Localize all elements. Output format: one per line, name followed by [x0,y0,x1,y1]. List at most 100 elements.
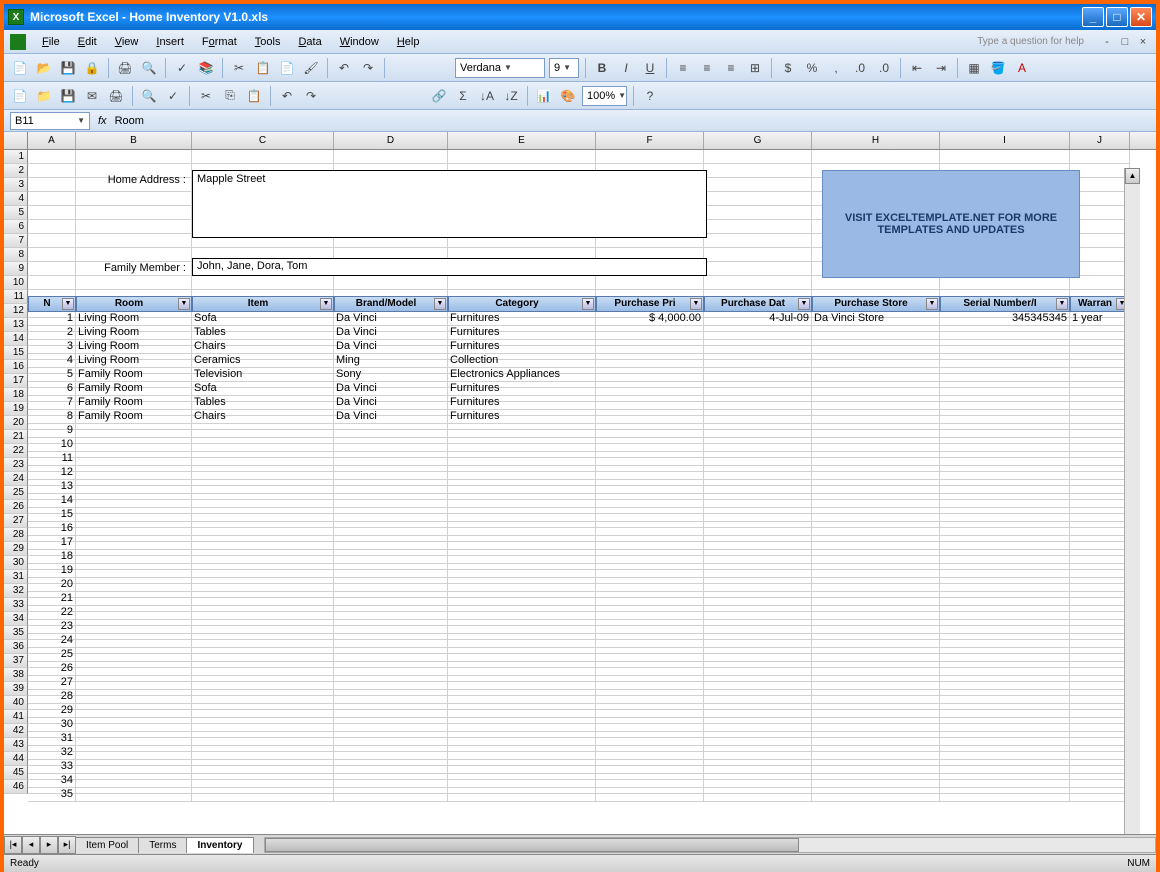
spellcheck-icon[interactable]: ✓ [172,58,192,78]
row-header[interactable]: 36 [4,640,28,654]
filter-dropdown-icon[interactable]: ▼ [582,298,594,310]
filter-dropdown-icon[interactable]: ▼ [926,298,938,310]
table-header-brand-model[interactable]: Brand/Model▼ [334,296,448,312]
name-box[interactable]: B11 ▼ [10,112,90,130]
row-header[interactable]: 38 [4,668,28,682]
cell[interactable] [812,620,940,634]
cell[interactable] [812,788,940,802]
cell[interactable] [812,760,940,774]
cell[interactable] [704,234,812,248]
cell[interactable] [192,452,334,466]
row-header[interactable]: 26 [4,500,28,514]
cell[interactable] [940,508,1070,522]
close-button[interactable]: ✕ [1130,7,1152,27]
cell-serial[interactable] [940,396,1070,410]
row-header[interactable]: 11 [4,290,28,304]
family-member-input[interactable]: John, Jane, Dora, Tom [192,258,707,276]
cell[interactable] [1070,564,1130,578]
cell[interactable] [704,178,812,192]
cell[interactable] [334,536,448,550]
cell[interactable] [596,452,704,466]
cell[interactable] [812,578,940,592]
cell[interactable] [940,746,1070,760]
cell[interactable] [28,220,76,234]
sort-desc-icon[interactable]: ↓Z [501,86,521,106]
cell[interactable] [76,248,192,262]
cell-store[interactable] [812,354,940,368]
col-header-G[interactable]: G [704,132,812,149]
cut-icon[interactable]: ✂ [229,58,249,78]
cell-cat[interactable]: Electronics Appliances [448,368,596,382]
cell[interactable] [940,620,1070,634]
cell[interactable] [596,634,704,648]
row-header[interactable]: 14 [4,332,28,346]
row-header[interactable]: 43 [4,738,28,752]
cell[interactable] [76,746,192,760]
wb-restore[interactable]: □ [1118,36,1132,48]
cell-warr[interactable]: 1 year [1070,312,1130,326]
cell[interactable] [812,550,940,564]
cell-store[interactable] [812,368,940,382]
cell[interactable] [192,774,334,788]
cell[interactable] [1070,662,1130,676]
cell[interactable] [448,760,596,774]
cell[interactable] [596,536,704,550]
cell[interactable] [448,718,596,732]
cell[interactable] [76,648,192,662]
cell[interactable] [76,718,192,732]
cell[interactable] [192,690,334,704]
sheet-tab-terms[interactable]: Terms [138,837,187,853]
research-icon[interactable]: 📚 [196,58,216,78]
cell[interactable] [940,760,1070,774]
table-header-purchase-pri[interactable]: Purchase Pri▼ [596,296,704,312]
cell[interactable] [940,690,1070,704]
new-doc-icon[interactable]: 📄 [10,86,30,106]
row-header[interactable]: 22 [4,444,28,458]
cell[interactable] [1070,718,1130,732]
cell[interactable] [448,494,596,508]
row-header[interactable]: 44 [4,752,28,766]
cell[interactable]: 28 [28,690,76,704]
cell[interactable] [76,788,192,802]
col-header-D[interactable]: D [334,132,448,149]
cell[interactable] [1070,746,1130,760]
cell[interactable] [1070,494,1130,508]
cell[interactable] [596,676,704,690]
col-header-F[interactable]: F [596,132,704,149]
cell[interactable] [812,522,940,536]
cell[interactable] [940,592,1070,606]
cell[interactable] [704,248,812,262]
cell-item[interactable]: Sofa [192,312,334,326]
row-header[interactable]: 9 [4,262,28,276]
cell[interactable] [704,536,812,550]
cell[interactable] [334,760,448,774]
cell[interactable] [704,592,812,606]
cell[interactable] [812,606,940,620]
cell[interactable] [704,746,812,760]
undo-icon[interactable]: ↶ [334,58,354,78]
row-header[interactable]: 45 [4,766,28,780]
cell-store[interactable] [812,326,940,340]
cell[interactable] [448,276,596,290]
cell[interactable] [704,220,812,234]
cell[interactable] [192,788,334,802]
cell[interactable] [596,648,704,662]
cell[interactable] [1070,592,1130,606]
cell[interactable] [334,522,448,536]
cell[interactable] [448,452,596,466]
cell[interactable] [704,438,812,452]
cell[interactable] [334,718,448,732]
cell[interactable] [448,662,596,676]
cell[interactable] [448,788,596,802]
cell[interactable] [704,634,812,648]
cell[interactable] [76,234,192,248]
row-header[interactable]: 29 [4,542,28,556]
filter-dropdown-icon[interactable]: ▼ [434,298,446,310]
cell-store[interactable]: Da Vinci Store [812,312,940,326]
cell[interactable] [1070,550,1130,564]
cell[interactable]: 26 [28,662,76,676]
cell[interactable] [704,788,812,802]
cell[interactable] [334,690,448,704]
cell[interactable] [76,676,192,690]
cell-item[interactable]: Chairs [192,410,334,424]
